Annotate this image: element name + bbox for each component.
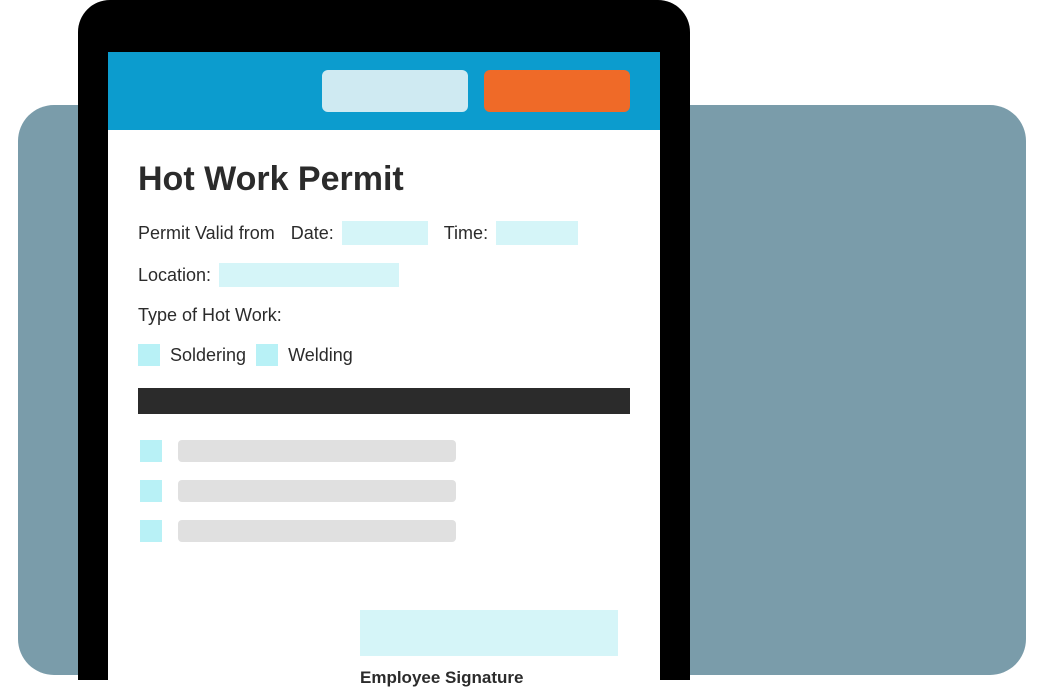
welding-checkbox[interactable] bbox=[256, 344, 278, 366]
checklist-checkbox[interactable] bbox=[140, 440, 162, 462]
time-label: Time: bbox=[444, 223, 488, 244]
section-divider bbox=[138, 388, 630, 414]
location-row: Location: bbox=[138, 263, 630, 287]
soldering-checkbox[interactable] bbox=[138, 344, 160, 366]
date-input[interactable] bbox=[342, 221, 428, 245]
type-label-row: Type of Hot Work: bbox=[138, 305, 630, 326]
checklist-row bbox=[138, 440, 630, 462]
secondary-button[interactable] bbox=[322, 70, 468, 112]
checklist-item-placeholder bbox=[178, 480, 456, 502]
type-label: Type of Hot Work: bbox=[138, 305, 282, 326]
signature-block: Employee Signature bbox=[360, 610, 618, 688]
valid-from-row: Permit Valid from Date: Time: bbox=[138, 221, 630, 245]
type-options-row: Soldering Welding bbox=[138, 344, 630, 366]
checklist-item-placeholder bbox=[178, 440, 456, 462]
checklist-checkbox[interactable] bbox=[140, 480, 162, 502]
tablet-frame: Hot Work Permit Permit Valid from Date: … bbox=[78, 0, 690, 680]
form-title: Hot Work Permit bbox=[108, 130, 660, 221]
primary-button[interactable] bbox=[484, 70, 630, 112]
checklist-item-placeholder bbox=[178, 520, 456, 542]
header-bar bbox=[108, 52, 660, 130]
time-input[interactable] bbox=[496, 221, 578, 245]
checklist-row bbox=[138, 520, 630, 542]
location-label: Location: bbox=[138, 265, 211, 286]
soldering-label: Soldering bbox=[170, 345, 246, 366]
signature-label: Employee Signature bbox=[360, 668, 618, 688]
tablet-screen: Hot Work Permit Permit Valid from Date: … bbox=[108, 52, 660, 680]
welding-label: Welding bbox=[288, 345, 353, 366]
valid-from-label: Permit Valid from bbox=[138, 223, 275, 244]
signature-input[interactable] bbox=[360, 610, 618, 656]
checklist-row bbox=[138, 480, 630, 502]
date-label: Date: bbox=[291, 223, 334, 244]
form-body: Permit Valid from Date: Time: Location: … bbox=[108, 221, 660, 542]
location-input[interactable] bbox=[219, 263, 399, 287]
checklist-checkbox[interactable] bbox=[140, 520, 162, 542]
